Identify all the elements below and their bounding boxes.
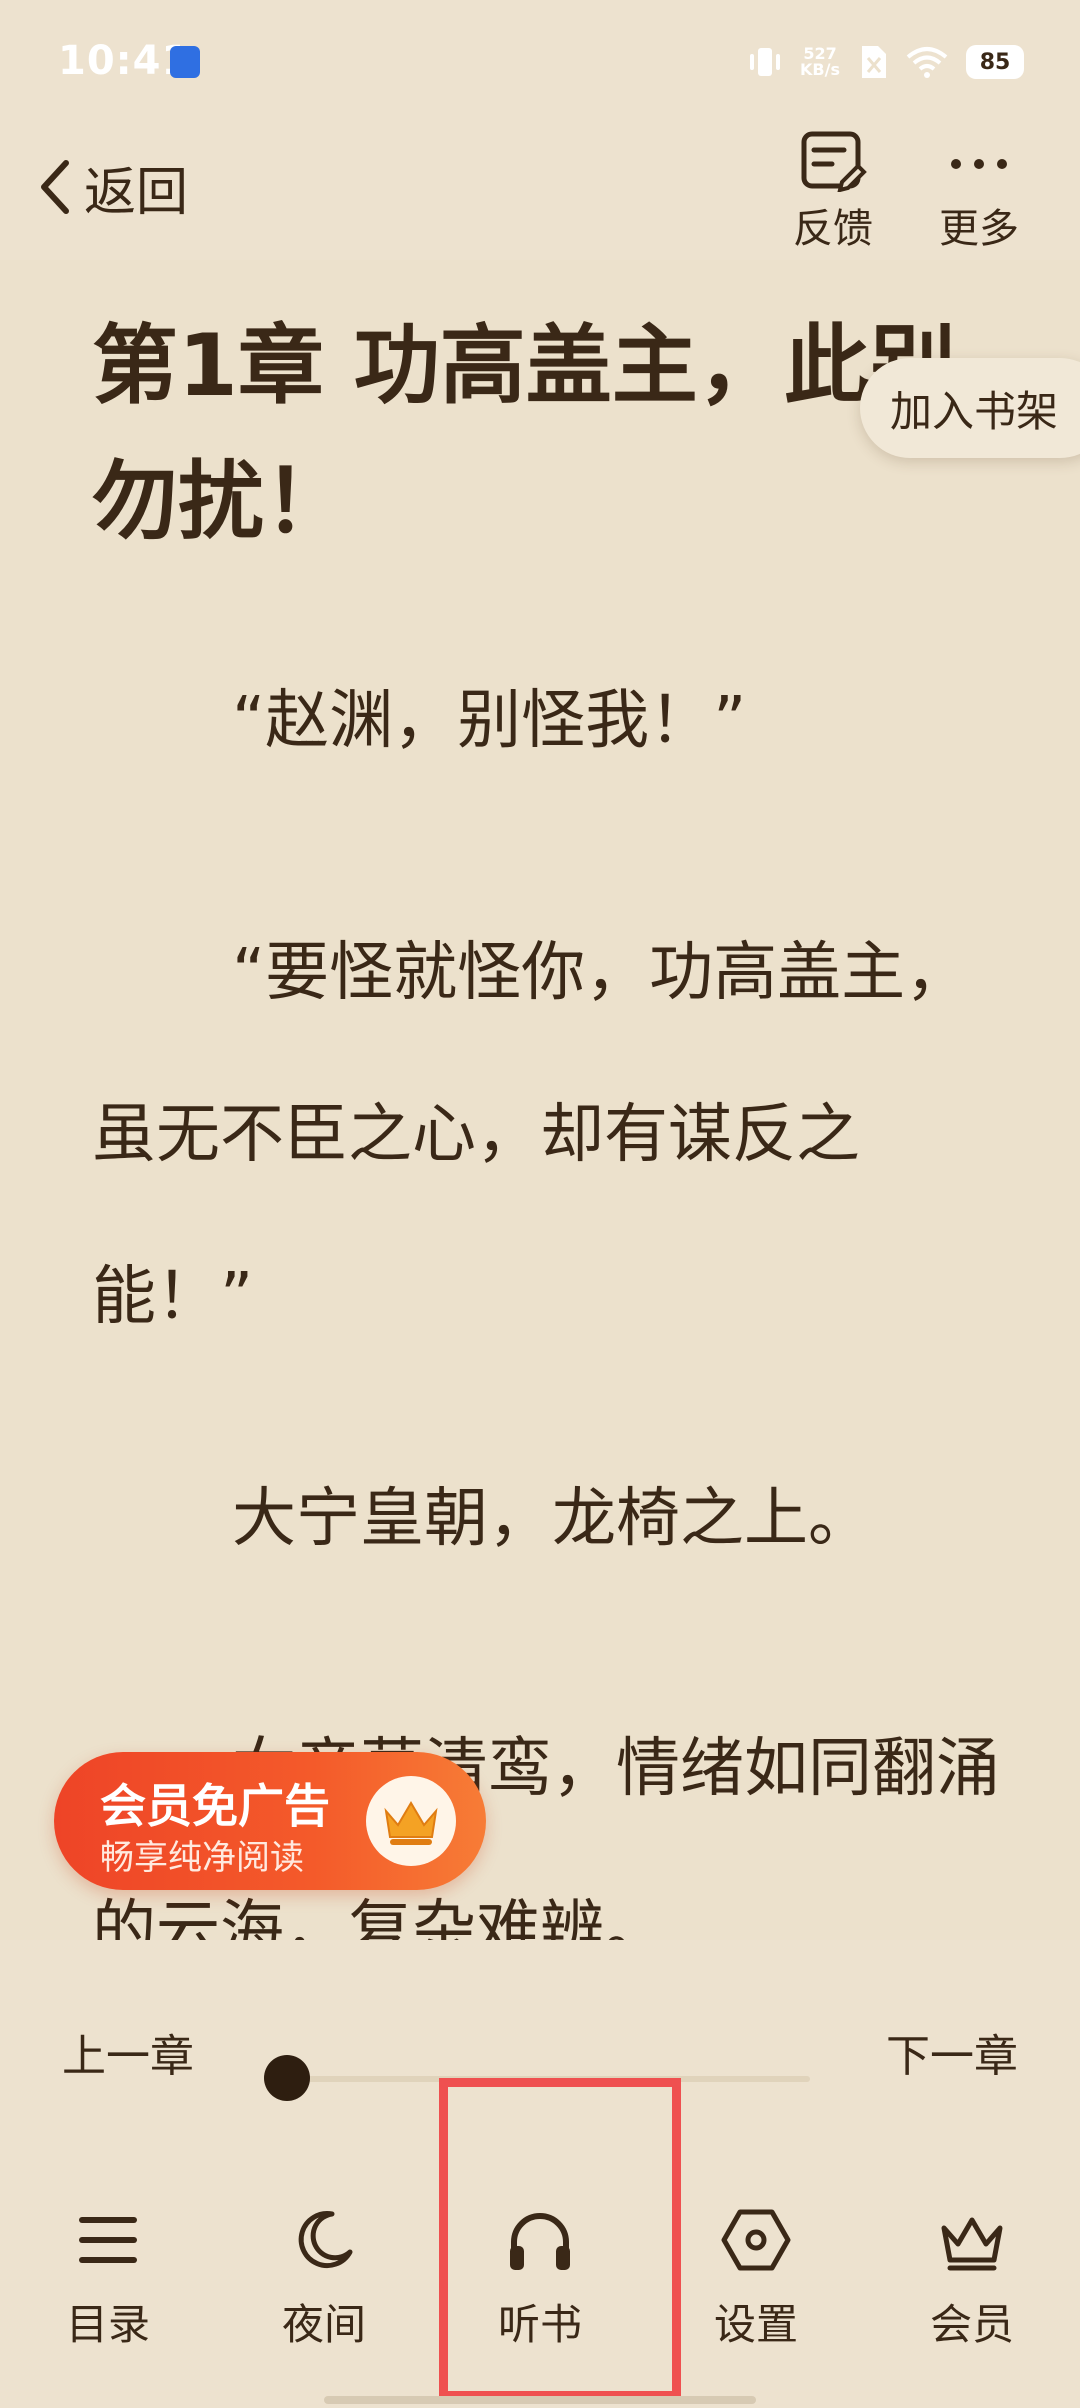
toolbar-night-mode-label: 夜间: [281, 2300, 366, 2349]
app-notification-icon: [170, 46, 200, 78]
paragraph-2: “要怪就怪你，功高盖主，虽无不臣之心，却有谋反之能！”: [92, 936, 970, 1334]
paragraph-1: “赵渊，别怪我！”: [232, 684, 747, 758]
add-to-shelf-label: 加入书架: [890, 386, 1059, 436]
vip-crown-badge: [366, 1776, 456, 1866]
reader-top-bar: 返回 反馈 更多: [0, 130, 1080, 260]
reader-content[interactable]: 第1章 功高盖主，此别勿扰！ “赵渊，别怪我！” “要怪就怪你，功高盖主，虽无不…: [0, 260, 1080, 1940]
paragraph-3: 大宁皇朝，龙椅之上。: [232, 1482, 872, 1556]
feedback-edit-icon: [801, 131, 867, 192]
status-bar: 10:41 527 KB/s 85: [0, 0, 1080, 130]
settings-hex-icon: [721, 2209, 791, 2271]
toolbar-vip-button[interactable]: 会员: [882, 2195, 1062, 2375]
toolbar-catalog-label: 目录: [65, 2300, 150, 2349]
toolbar-catalog-button[interactable]: 目录: [18, 2195, 198, 2375]
network-speed-unit: KB/s: [800, 60, 840, 79]
battery-icon: 85: [966, 45, 1024, 79]
feedback-label: 反馈: [793, 206, 873, 252]
moon-icon: [298, 2211, 353, 2268]
crown-icon: [384, 1801, 438, 1845]
vip-ad-free-banner[interactable]: 会员免广告 畅享纯净阅读: [54, 1752, 486, 1890]
toolbar-settings-button[interactable]: 设置: [666, 2195, 846, 2375]
more-button[interactable]: 更多: [924, 130, 1034, 260]
menu-list-icon: [79, 2217, 137, 2263]
chapter-title: 第1章 功高盖主，此别勿扰！: [92, 316, 956, 552]
battery-level: 85: [979, 49, 1011, 75]
listen-highlight-frame: [439, 2078, 681, 2400]
progress-slider-thumb[interactable]: [264, 2055, 310, 2101]
back-label: 返回: [84, 162, 189, 223]
status-icons: 527 KB/s 85: [748, 38, 1024, 86]
wifi-icon: [906, 47, 948, 78]
vip-banner-subtitle: 畅享纯净阅读: [100, 1838, 304, 1878]
home-indicator[interactable]: [324, 2396, 756, 2404]
toolbar-settings-label: 设置: [713, 2300, 798, 2349]
more-dots-icon: [951, 159, 1007, 169]
crown-outline-icon: [941, 2217, 1003, 2271]
vibrate-icon: [750, 48, 781, 76]
vip-banner-title: 会员免广告: [100, 1779, 330, 1833]
more-label: 更多: [939, 206, 1019, 252]
toolbar-night-mode-button[interactable]: 夜间: [234, 2195, 414, 2375]
network-speed: 527 KB/s: [800, 46, 840, 78]
back-button[interactable]: 返回: [36, 142, 188, 232]
feedback-button[interactable]: 反馈: [778, 130, 888, 260]
chevron-left-icon: [41, 160, 69, 214]
sim-disabled-icon: [862, 46, 886, 78]
prev-chapter-button[interactable]: 上一章: [62, 2020, 194, 2084]
toolbar-vip-label: 会员: [929, 2300, 1014, 2349]
add-to-shelf-button[interactable]: 加入书架: [860, 358, 1080, 458]
next-chapter-button[interactable]: 下一章: [886, 2020, 1018, 2084]
